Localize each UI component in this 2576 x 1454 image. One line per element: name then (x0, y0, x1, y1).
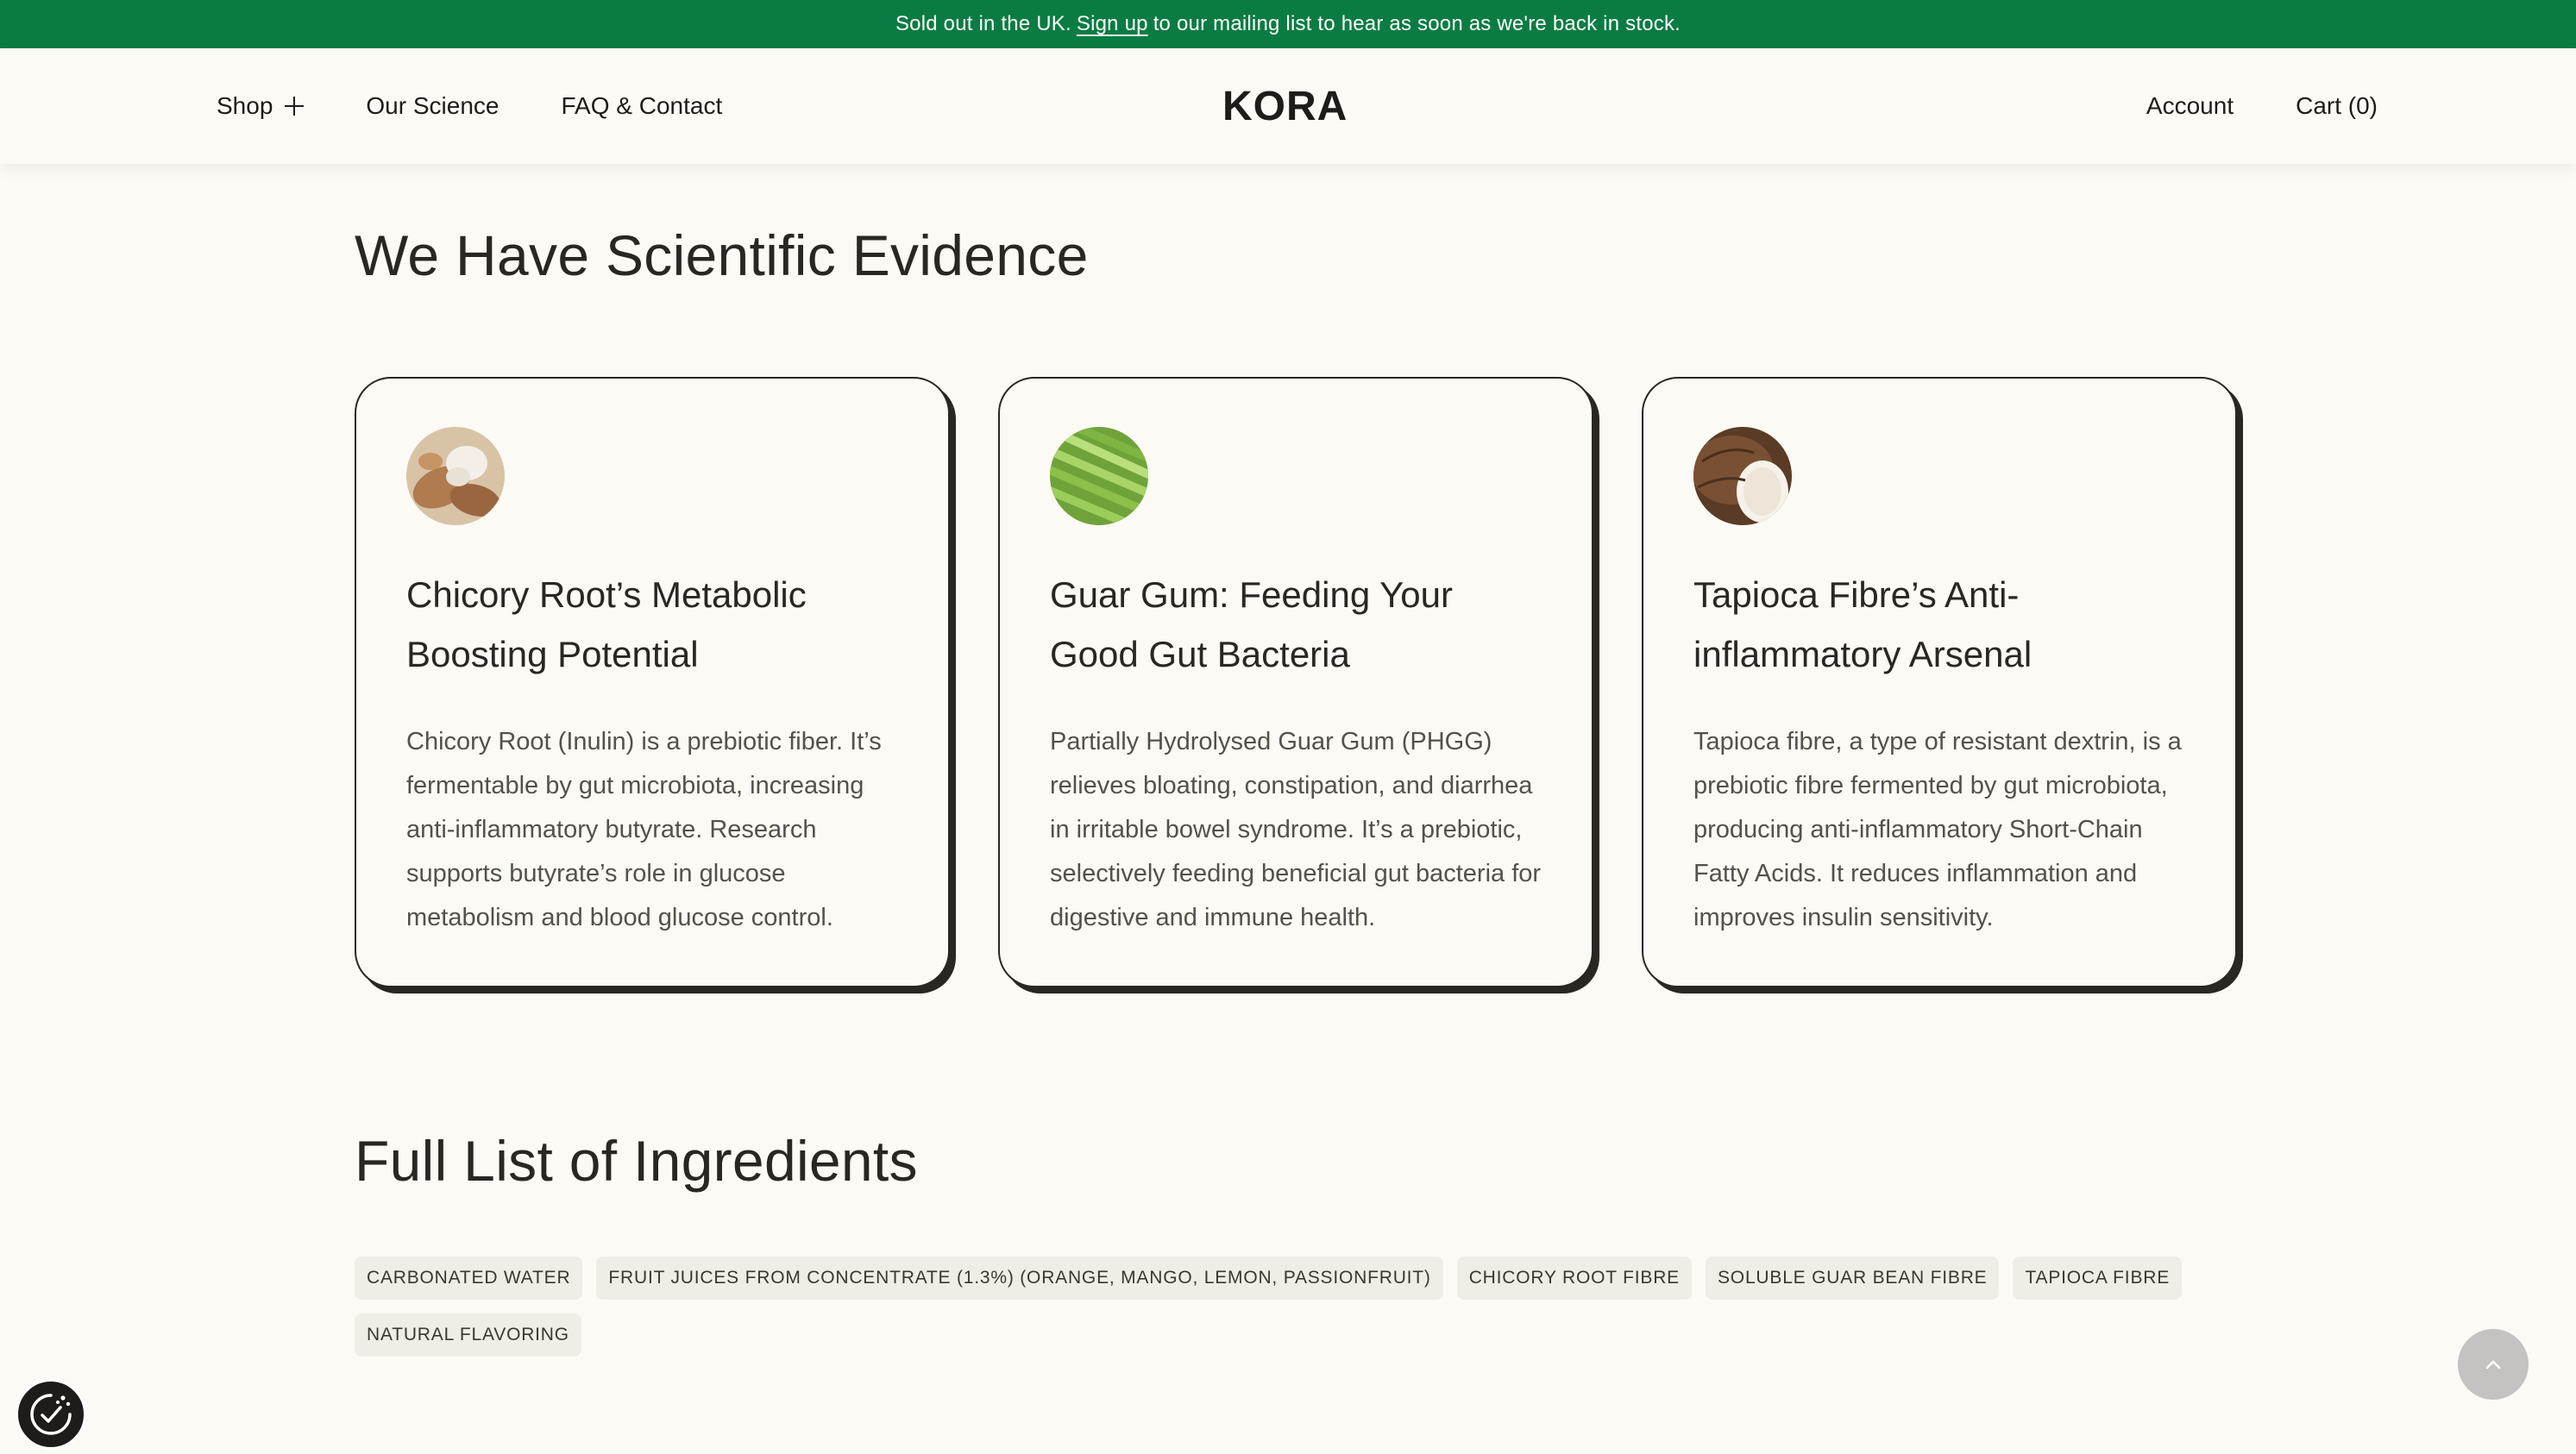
ingredient-tag: NATURAL FLAVORING (355, 1313, 581, 1357)
ingredient-tag: FRUIT JUICES FROM CONCENTRATE (1.3%) (OR… (596, 1257, 1443, 1300)
guar-beans-image (1050, 427, 1148, 525)
evidence-card-chicory: Chicory Root’s Metabolic Boosting Potent… (355, 377, 950, 987)
ingredient-tag: CARBONATED WATER (355, 1257, 583, 1300)
signup-link[interactable]: Sign up (1077, 12, 1148, 36)
main-nav: Shop Our Science FAQ & Contact (217, 48, 722, 164)
ingredient-tag: SOLUBLE GUAR BEAN FIBRE (1706, 1257, 2000, 1300)
ingredient-tag: TAPIOCA FIBRE (2013, 1257, 2183, 1300)
card-title: Guar Gum: Feeding Your Good Gut Bacteria (1050, 574, 1453, 674)
evidence-card-guar-gum: Guar Gum: Feeding Your Good Gut Bacteria… (998, 377, 1593, 987)
nav-faq-contact[interactable]: FAQ & Contact (561, 92, 722, 120)
nav-shop-label: Shop (217, 92, 273, 119)
evidence-card-tapioca: Tapioca Fibre’s Anti-inflammatory Arsena… (1642, 377, 2237, 987)
chicory-root-image (406, 427, 505, 525)
ingredient-tags: CARBONATED WATER FRUIT JUICES FROM CONCE… (355, 1257, 2252, 1357)
nav-shop[interactable]: Shop (217, 92, 305, 120)
back-to-top-button[interactable] (2458, 1329, 2529, 1400)
ingredients-title: Full List of Ingredients (355, 1129, 918, 1193)
card-body: Tapioca fibre, a type of resistant dextr… (1693, 728, 2182, 931)
ingredient-tag: CHICORY ROOT FIBRE (1456, 1257, 1692, 1300)
nav-our-science[interactable]: Our Science (366, 92, 499, 120)
account-nav: Account Cart (0) (2146, 48, 2378, 164)
nav-account[interactable]: Account (2146, 92, 2234, 120)
kora-logo[interactable]: KORA (1222, 48, 1348, 164)
tapioca-root-image (1693, 427, 1792, 525)
announcement-text: Sold out in the UK. (895, 12, 1071, 35)
evidence-title: We Have Scientific Evidence (355, 223, 1089, 287)
announcement-text-after: to our mailing list to hear as soon as w… (1153, 12, 1681, 35)
evidence-cards: Chicory Root’s Metabolic Boosting Potent… (355, 377, 2237, 987)
card-title: Tapioca Fibre’s Anti-inflammatory Arsena… (1693, 574, 2033, 674)
card-body: Partially Hydrolysed Guar Gum (PHGG) rel… (1050, 728, 1542, 931)
card-title: Chicory Root’s Metabolic Boosting Potent… (406, 574, 807, 674)
cookie-check-icon (30, 1394, 72, 1435)
card-body: Chicory Root (Inulin) is a prebiotic fib… (406, 728, 882, 931)
site-header: Shop Our Science FAQ & Contact KORA Acco… (0, 48, 2576, 164)
cookie-settings-button[interactable] (16, 1379, 86, 1450)
chevron-up-icon (2485, 1360, 2501, 1369)
nav-cart[interactable]: Cart (0) (2296, 92, 2378, 120)
announcement-bar: Sold out in the UK. Sign up to our maili… (0, 0, 2576, 48)
plus-icon (285, 97, 305, 116)
